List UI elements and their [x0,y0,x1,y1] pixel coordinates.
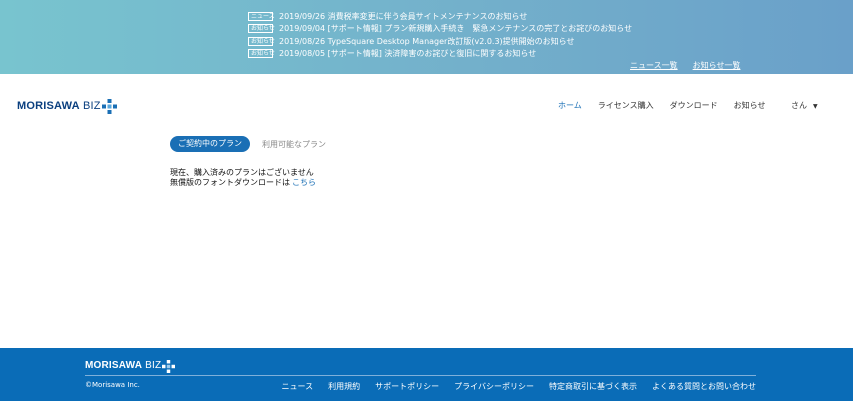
footer-link-privacy[interactable]: プライバシーポリシー [454,381,534,392]
user-label: さん [791,101,807,110]
copyright: ©Morisawa Inc. [85,381,140,389]
tab-available-plans[interactable]: 利用可能なプラン [262,139,326,150]
news-tag: お知らせ [248,24,275,34]
footer-links: ニュース 利用規約 サポートポリシー プライバシーポリシー 特定商取引に基づく表… [267,381,756,392]
logo-main: MORISAWA [17,99,80,112]
free-download-text: 無償版のフォントダウンロードは [170,177,290,187]
logo-wordmark: MORISAWA BIZ [17,100,101,112]
no-plan-text: 現在、購入済みのプランはございません [170,168,314,177]
footer: MORISAWA BIZ ©Morisawa Inc. ニュース 利用規約 サポ… [0,348,853,401]
header-logo[interactable]: MORISAWA BIZ [17,97,117,114]
footer-logo[interactable]: MORISAWA BIZ [85,358,176,373]
footer-link-news[interactable]: ニュース [282,381,314,392]
nav-license[interactable]: ライセンス購入 [598,100,654,111]
logo-mark-icon [162,360,176,373]
main-nav: ホーム ライセンス購入 ダウンロード お知らせ [558,100,781,111]
logo-mark-icon [101,99,117,114]
news-text[interactable]: 2019/08/05 [サポート情報] 決済障害のお詫びと復旧に関するお知らせ [279,48,536,59]
news-text[interactable]: 2019/09/04 [サポート情報] プラン新規購入手続き 緊急メンテナンスの… [279,23,632,34]
news-list: ニュース 2019/09/26 消費税率変更に伴う会員サイトメンテナンスのお知ら… [248,10,632,60]
info-list-link[interactable]: お知らせ一覧 [693,60,741,71]
nav-home[interactable]: ホーム [558,100,582,111]
free-download-link[interactable]: こちら [292,178,316,187]
news-text[interactable]: 2019/09/26 消費税率変更に伴う会員サイトメンテナンスのお知らせ [279,11,527,22]
footer-logo-main: MORISAWA [85,360,143,371]
news-tag: お知らせ [248,49,275,59]
footer-link-support-policy[interactable]: サポートポリシー [375,381,439,392]
user-menu[interactable]: さん ▼ [791,100,818,111]
news-item[interactable]: ニュース 2019/09/26 消費税率変更に伴う会員サイトメンテナンスのお知ら… [248,10,632,23]
news-list-link[interactable]: ニュース一覧 [630,60,678,71]
caret-down-icon: ▼ [813,103,818,110]
news-item[interactable]: お知らせ 2019/08/05 [サポート情報] 決済障害のお詫びと復旧に関する… [248,48,632,61]
news-tag: お知らせ [248,36,275,46]
news-links: ニュース一覧 お知らせ一覧 [630,60,740,71]
news-item[interactable]: お知らせ 2019/08/26 TypeSquare Desktop Manag… [248,35,632,48]
free-download-line: 無償版のフォントダウンロードは こちら [170,178,316,188]
logo-suffix: BIZ [79,99,101,112]
nav-info[interactable]: お知らせ [734,100,766,111]
footer-logo-wordmark: MORISAWA BIZ [85,360,161,371]
tab-current-plan[interactable]: ご契約中のプラン [170,136,250,152]
footer-link-faq[interactable]: よくある質問とお問い合わせ [652,381,756,392]
nav-download[interactable]: ダウンロード [670,100,718,111]
news-tag: ニュース [248,11,275,21]
news-text[interactable]: 2019/08/26 TypeSquare Desktop Manager改訂版… [279,36,575,47]
plan-message: 現在、購入済みのプランはございません 無償版のフォントダウンロードは こちら [170,168,316,187]
news-item[interactable]: お知らせ 2019/09/04 [サポート情報] プラン新規購入手続き 緊急メン… [248,23,632,36]
news-banner: ニュース 2019/09/26 消費税率変更に伴う会員サイトメンテナンスのお知ら… [0,0,853,74]
footer-logo-suffix: BIZ [142,360,162,371]
footer-link-commerce-law[interactable]: 特定商取引に基づく表示 [549,381,637,392]
footer-link-terms[interactable]: 利用規約 [328,381,360,392]
footer-divider [85,375,756,376]
plan-tabs: ご契約中のプラン 利用可能なプラン [170,136,326,152]
